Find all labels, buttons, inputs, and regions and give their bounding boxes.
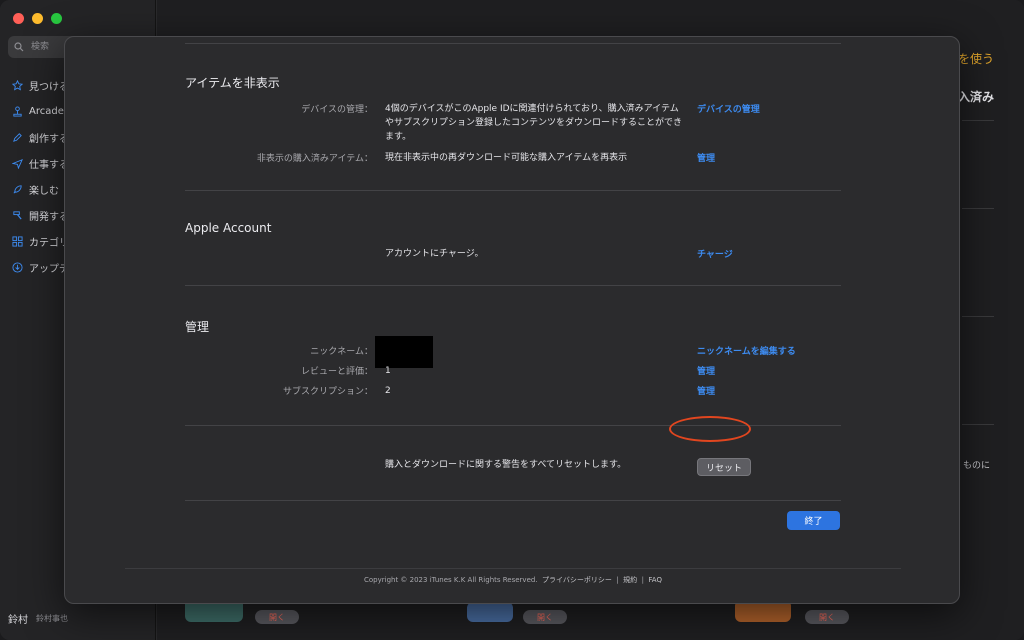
bg-divider <box>962 316 994 317</box>
edit-nickname-link[interactable]: ニックネームを編集する <box>697 344 796 357</box>
footer-separator: | <box>616 576 619 584</box>
section-hidden-items: アイテムを非表示 デバイスの管理： 4個のデバイスがこのApple IDに関連付… <box>185 44 841 191</box>
row-value: アカウントにチャージ。 <box>385 249 484 259</box>
rocket-icon <box>13 184 22 193</box>
user-name: 鈴村 <box>8 615 28 626</box>
account-settings-sheet: アイテムを非表示 デバイスの管理： 4個のデバイスがこのApple IDに関連付… <box>64 36 960 604</box>
bg-divider <box>962 208 994 209</box>
row-value: 現在非表示中の再ダウンロード可能な購入アイテムを再表示 <box>385 153 628 163</box>
open-button[interactable]: 開く <box>255 610 299 624</box>
manage-subscriptions-link[interactable]: 管理 <box>697 384 715 397</box>
star-icon <box>12 79 23 91</box>
manage-reviews-link[interactable]: 管理 <box>697 364 715 377</box>
manage-devices-link[interactable]: デバイスの管理 <box>697 102 760 115</box>
minimize-window-button[interactable] <box>32 13 43 24</box>
section-title: Apple Account <box>185 221 272 235</box>
terms-link[interactable]: 規約 <box>623 576 637 584</box>
bg-heading: 入済み <box>957 90 994 104</box>
row-label: レビューと評価： <box>300 367 373 377</box>
row-value: 1 <box>385 366 391 376</box>
reset-button[interactable]: リセット <box>697 458 751 476</box>
paperplane-icon <box>12 158 23 169</box>
user-sub: 鈴村事也 <box>36 614 68 623</box>
sidebar-item-label: 仕事する <box>29 159 69 171</box>
sidebar-item-label: 創作する <box>29 133 69 145</box>
section-title: 管理 <box>185 320 210 334</box>
section-manage: 管理 ニックネーム： ニックネームを編集する レビューと評価： 1 管理 サブス… <box>185 286 841 426</box>
row-label: サブスクリプション： <box>282 387 373 397</box>
app-store-window: 見つける Arcade 創作する 仕事する 楽しむ 開発する <box>0 0 1024 640</box>
section-title: アイテムを非表示 <box>185 76 280 90</box>
done-button[interactable]: 終了 <box>787 511 840 530</box>
bg-divider <box>962 120 994 121</box>
section-apple-account: Apple Account アカウントにチャージ。 チャージ <box>185 191 841 286</box>
section-reset: 購入とダウンロードに関する警告をすべてリセットします。 リセット <box>185 426 841 501</box>
row-label: 非表示の購入済みアイテム： <box>256 154 373 164</box>
row-value: 2 <box>385 386 391 396</box>
sidebar-item-label: 楽しむ <box>29 185 59 197</box>
footer-separator: | <box>641 576 644 584</box>
close-window-button[interactable] <box>13 13 24 24</box>
sheet-footer: Copyright © 2023 iTunes K.K All Rights R… <box>65 575 961 585</box>
row-label: デバイスの管理： <box>301 105 373 115</box>
grid-icon <box>12 235 23 247</box>
window-controls <box>13 13 62 24</box>
pencil-icon <box>13 132 22 142</box>
sidebar-item-label: Arcade <box>29 105 64 117</box>
sidebar-item-label: カテゴリ <box>29 237 69 249</box>
zoom-window-button[interactable] <box>51 13 62 24</box>
copyright-text: Copyright © 2023 iTunes K.K All Rights R… <box>364 576 538 584</box>
search-icon <box>14 42 24 52</box>
manage-hidden-purchases-link[interactable]: 管理 <box>697 151 715 164</box>
bg-divider <box>962 424 994 425</box>
sidebar-item-label: 開発する <box>29 211 69 223</box>
row-label: ニックネーム： <box>310 347 373 357</box>
footer-divider <box>125 568 901 569</box>
faq-link[interactable]: FAQ <box>648 576 662 584</box>
sidebar-item-label: 見つける <box>29 81 69 93</box>
privacy-policy-link[interactable]: プライバシーポリシー <box>542 576 612 584</box>
hammer-icon <box>13 210 22 220</box>
app-thumbnail <box>467 602 513 622</box>
row-value: 購入とダウンロードに関する警告をすべてリセットします。 <box>385 460 627 470</box>
account-footer[interactable]: 鈴村 鈴村事也 <box>8 611 68 626</box>
open-button[interactable]: 開く <box>523 610 567 624</box>
open-button[interactable]: 開く <box>805 610 849 624</box>
bg-link: を使う <box>957 52 994 66</box>
download-icon <box>12 261 23 273</box>
annotation-circle <box>669 416 751 442</box>
bg-text: ものに <box>962 461 990 471</box>
joystick-icon <box>13 105 22 117</box>
row-value: 4個のデバイスがこのApple IDに関連付けられており、購入済みアイテムやサブ… <box>385 104 683 142</box>
add-funds-link[interactable]: チャージ <box>697 247 733 260</box>
